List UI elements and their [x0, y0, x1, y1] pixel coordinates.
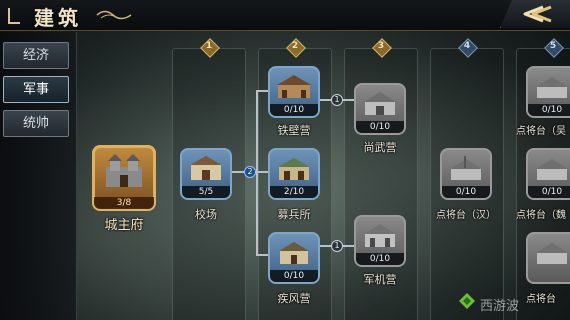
building-count: 5/5 — [182, 186, 230, 198]
tier-number-5: 5 — [549, 41, 557, 51]
building-card-dianjiang-wei[interactable]: 0/10 — [526, 148, 570, 200]
building-card-junji[interactable]: 0/10 — [354, 215, 406, 267]
connector-line — [256, 171, 268, 173]
connector-line — [230, 171, 244, 173]
tab-command[interactable]: 统帅 — [3, 110, 69, 137]
building-name-junji: 军机营 — [363, 273, 397, 286]
unlock-level-badge: 1 — [331, 240, 343, 252]
tier-number-4: 4 — [463, 41, 471, 51]
tier-number-1: 1 — [205, 41, 213, 51]
recruit-building-icon — [278, 158, 310, 180]
castle-building-icon — [106, 154, 142, 187]
back-button[interactable] — [500, 0, 570, 28]
camp-building-icon — [190, 156, 222, 180]
building-count: 0/10 — [356, 121, 404, 133]
watermark-logo-icon — [459, 293, 475, 309]
building-name-camp: 校场 — [195, 208, 217, 221]
watermark-text: 西游波 — [480, 299, 520, 314]
building-count: 0/10 — [528, 186, 570, 198]
building-count: 0/10 — [270, 104, 318, 116]
title-ornament-left — [8, 8, 20, 24]
game-scene: 建筑 经济 军事 统帅 1 2 3 4 5 2 1 1 3/8 城主府 5/5 … — [0, 0, 570, 320]
building-count: 0/10 — [442, 186, 490, 198]
building-name-dianjiang-partial: 点将台 — [526, 294, 556, 305]
tab-military[interactable]: 军事 — [3, 76, 69, 103]
connector-line — [256, 90, 268, 92]
building-count: 0/10 — [528, 104, 570, 116]
building-name-castle: 城主府 — [104, 218, 144, 233]
connector-line — [318, 245, 332, 247]
tier-number-2: 2 — [291, 41, 299, 51]
building-count: 0/10 — [270, 270, 318, 282]
dianjiang-wei-building-icon — [536, 159, 568, 180]
building-name-wind-camp: 疾风营 — [277, 292, 311, 305]
page-title: 建筑 — [34, 6, 82, 30]
connector-line — [318, 99, 332, 101]
category-sidebar: 经济 军事 统帅 — [0, 32, 77, 320]
building-card-dianjiang-wu[interactable]: 0/10 — [526, 66, 570, 118]
wind-camp-building-icon — [279, 242, 309, 264]
building-name-recruit: 募兵所 — [277, 208, 311, 221]
building-card-wind-camp[interactable]: 0/10 — [268, 232, 320, 284]
building-name-dianjiang-han: 点将台（汉） — [436, 210, 496, 221]
building-card-dianjiang-han[interactable]: 0/10 — [440, 148, 492, 200]
building-card-shangwu[interactable]: 0/10 — [354, 83, 406, 135]
building-name-dianjiang-wei: 点将台（魏 — [516, 210, 566, 221]
building-count: 0/10 — [356, 253, 404, 265]
building-name-iron-camp: 铁壁营 — [277, 124, 311, 137]
connector-line — [256, 254, 268, 256]
building-card-dianjiang-partial[interactable] — [526, 232, 570, 284]
unlock-level-badge: 1 — [331, 94, 343, 106]
connector-line — [256, 90, 258, 256]
tier-number-3: 3 — [377, 41, 385, 51]
unlock-level-badge: 2 — [244, 166, 256, 178]
shangwu-building-icon — [364, 92, 396, 115]
building-card-castle[interactable]: 3/8 — [92, 145, 156, 211]
dianjiang-wu-building-icon — [536, 77, 568, 98]
title-flourish-icon — [96, 10, 132, 20]
building-count: 2/10 — [270, 186, 318, 198]
tab-economy[interactable]: 经济 — [3, 42, 69, 69]
iron-camp-building-icon — [277, 75, 311, 98]
dianjiang-han-building-icon — [450, 156, 482, 180]
building-name-shangwu: 尚武营 — [363, 141, 397, 154]
building-count: 3/8 — [94, 197, 154, 209]
building-card-recruit[interactable]: 2/10 — [268, 148, 320, 200]
junji-building-icon — [364, 224, 396, 247]
title-bar: 建筑 — [0, 0, 570, 31]
building-card-camp[interactable]: 5/5 — [180, 148, 232, 200]
building-name-dianjiang-wu: 点将台（吴 — [516, 126, 566, 137]
building-card-iron-camp[interactable]: 0/10 — [268, 66, 320, 118]
back-arrow-icon — [523, 5, 552, 23]
dianjiang-building-icon — [536, 243, 568, 264]
